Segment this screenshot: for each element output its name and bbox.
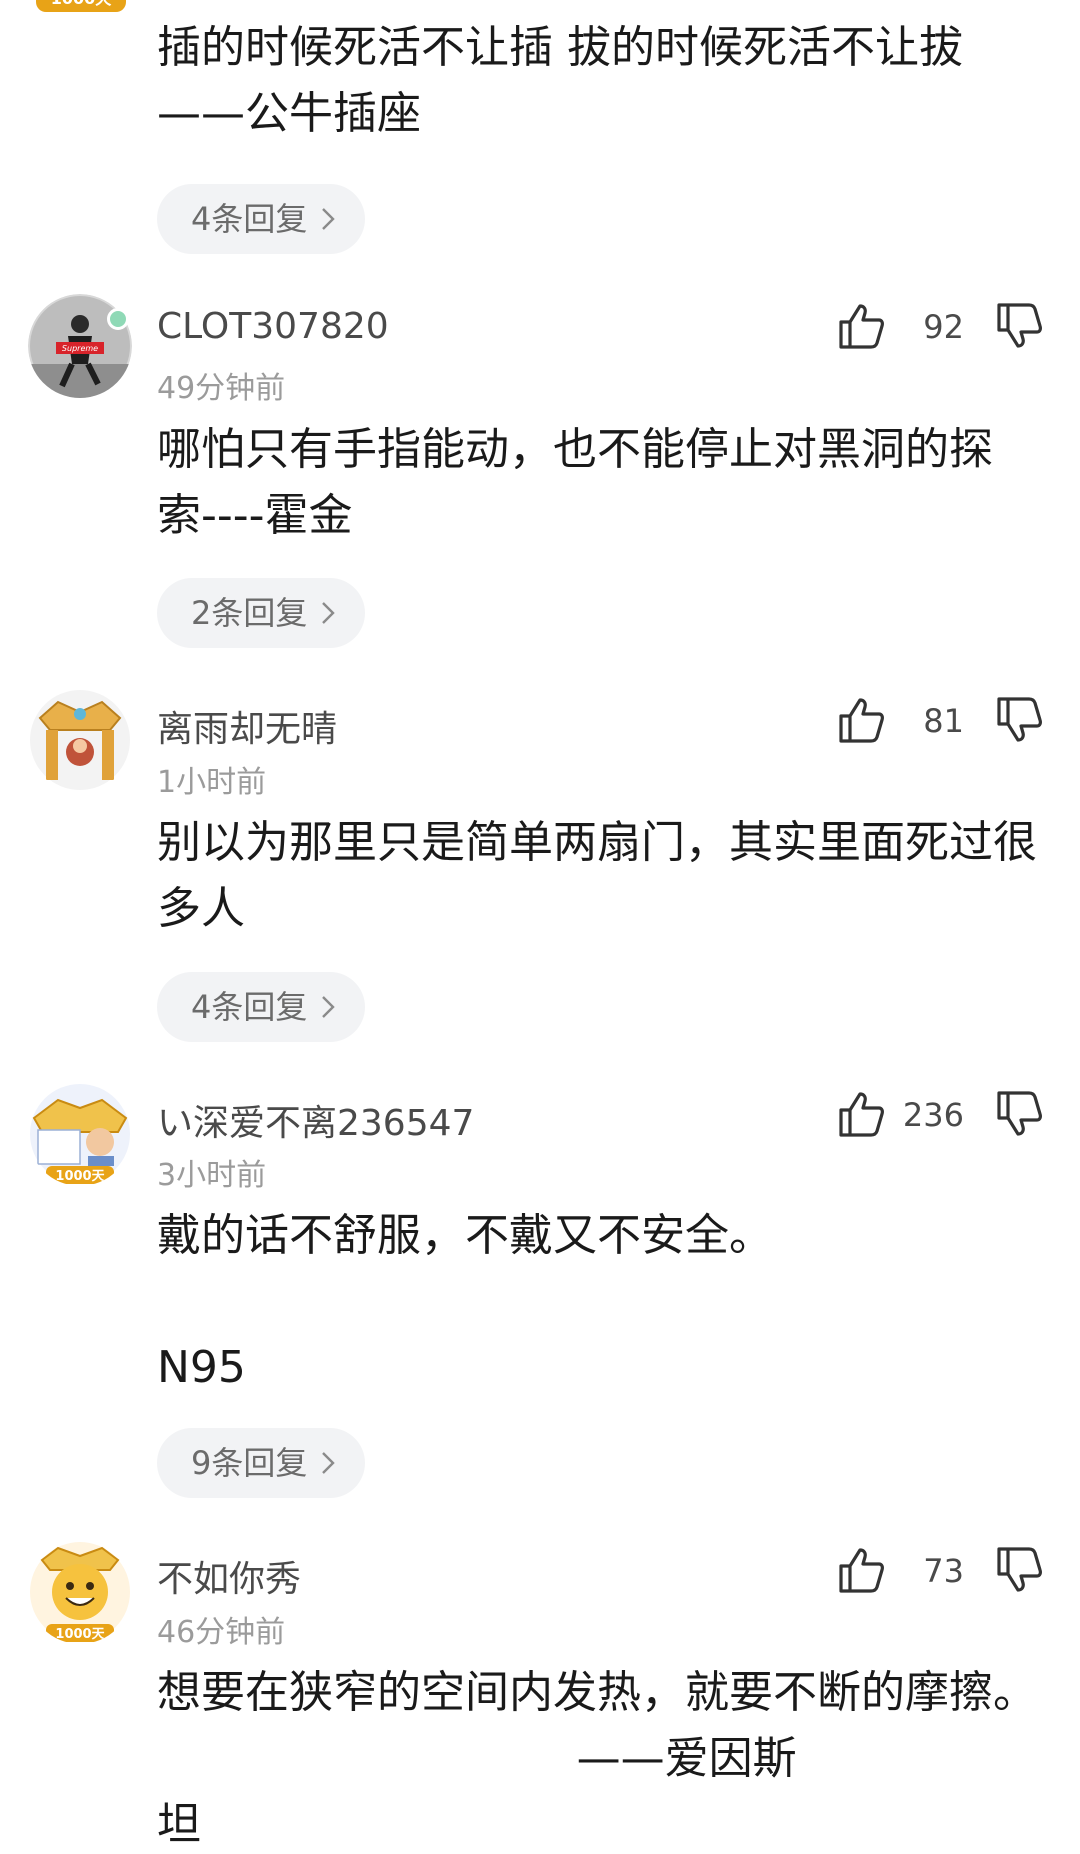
- like-button[interactable]: [835, 694, 887, 746]
- username[interactable]: 离雨却无晴: [157, 700, 337, 752]
- thumbs-up-icon: [839, 1548, 884, 1593]
- like-count: 92: [923, 308, 964, 346]
- like-count: 73: [923, 1552, 964, 1590]
- online-status-dot: [107, 308, 129, 330]
- username[interactable]: い深爱不离236547: [157, 1094, 474, 1146]
- thumbs-down-icon: [997, 697, 1042, 742]
- replies-label: 9条回复: [191, 1444, 308, 1482]
- comment-text: 想要在狭窄的空间内发热，就要不断的摩擦。 ——爱因斯 坦: [157, 1667, 1037, 1850]
- comment-text: 别以为那里只是简单两扇门，其实里面死过很 多人: [157, 817, 1037, 934]
- username[interactable]: 不如你秀: [157, 1550, 301, 1602]
- thumbs-down-icon: [997, 1091, 1042, 1136]
- comment-text: 插的时候死活不让插 拔的时候死活不让拔 ——公牛插座: [157, 22, 963, 139]
- timestamp: 3小时前: [157, 1158, 267, 1193]
- thumbs-down-icon: [997, 1547, 1042, 1592]
- avatar-badge-text: 1000天: [55, 1627, 105, 1642]
- view-replies-button[interactable]: 4条回复: [157, 972, 366, 1042]
- avatar[interactable]: 1000天: [28, 1082, 132, 1186]
- comment-text: 哪怕只有手指能动，也不能停止对黑洞的探 索----霍金: [157, 424, 993, 541]
- dislike-button[interactable]: [993, 1088, 1045, 1140]
- replies-label: 2条回复: [191, 594, 308, 632]
- badge-text-top: 1000天: [51, 0, 113, 8]
- thumbs-up-icon: [839, 698, 884, 743]
- thumbs-up-icon: [839, 304, 884, 349]
- view-replies-button[interactable]: 4条回复: [157, 184, 366, 254]
- dislike-button[interactable]: [993, 694, 1045, 746]
- chevron-right-icon: [322, 996, 336, 1018]
- like-count: 236: [902, 1096, 964, 1134]
- timestamp: 49分钟前: [157, 371, 286, 406]
- avatar-partial-top[interactable]: 1000天: [36, 0, 126, 16]
- like-button[interactable]: [835, 1088, 887, 1140]
- view-replies-button[interactable]: 9条回复: [157, 1428, 366, 1498]
- avatar[interactable]: 1000天: [28, 1540, 132, 1644]
- avatar-badge-text: 1000天: [55, 1169, 105, 1184]
- thumbs-up-icon: [839, 1092, 884, 1137]
- timestamp: 1小时前: [157, 765, 267, 800]
- chevron-right-icon: [322, 1452, 336, 1474]
- like-button[interactable]: [835, 1544, 887, 1596]
- avatar-badge-text: Supreme: [62, 344, 98, 353]
- view-replies-button[interactable]: 2条回复: [157, 578, 366, 648]
- avatar[interactable]: [28, 688, 132, 792]
- username[interactable]: CLOT307820: [157, 306, 389, 347]
- chevron-right-icon: [322, 602, 336, 624]
- replies-label: 4条回复: [191, 988, 308, 1026]
- dislike-button[interactable]: [993, 300, 1045, 352]
- comment-text: 戴的话不舒服，不戴又不安全。 N95: [157, 1210, 773, 1393]
- replies-label: 4条回复: [191, 200, 308, 238]
- thumbs-down-icon: [997, 303, 1042, 348]
- chevron-right-icon: [322, 208, 336, 230]
- like-count: 81: [923, 702, 964, 740]
- timestamp: 46分钟前: [157, 1615, 286, 1650]
- dislike-button[interactable]: [993, 1544, 1045, 1596]
- like-button[interactable]: [835, 300, 887, 352]
